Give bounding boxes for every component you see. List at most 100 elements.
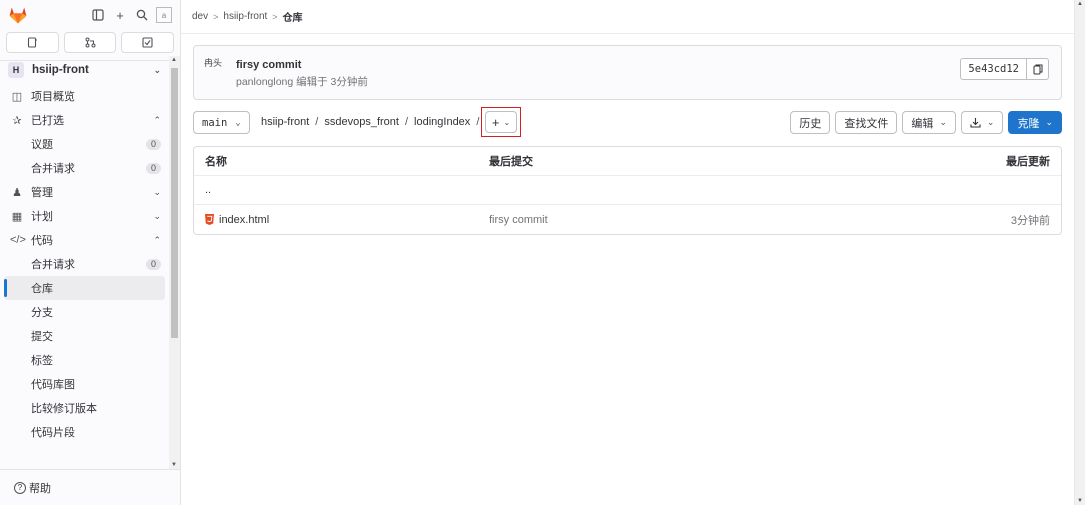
branch-name: main (202, 116, 228, 129)
calendar-icon: ▦ (11, 210, 23, 223)
chevron-down-icon: ⌄ (153, 64, 161, 75)
count-badge: 0 (145, 162, 161, 174)
sidebar-item-code[interactable]: </> 代码 ⌃ (0, 228, 169, 252)
todos-tab[interactable] (121, 32, 175, 53)
parent-directory-row[interactable]: .. (194, 176, 1061, 205)
sidebar-item-label: 代码库图 (31, 379, 75, 391)
project-badge: H (8, 62, 24, 78)
sidebar-item-repository[interactable]: 仓库 (4, 276, 165, 300)
toolbar-actions: 历史 查找文件 编辑 ⌄ ⌄ 克隆 ⌄ (790, 111, 1062, 134)
sidebar-item-issues[interactable]: 议题 0 (0, 132, 169, 156)
header-name: 名称 (205, 156, 227, 168)
project-switcher[interactable]: H hsiip-front ⌄ (0, 56, 169, 84)
edit-label: 编辑 (911, 117, 934, 130)
issues-tab[interactable] (6, 32, 59, 53)
sidebar-item-merge-requests[interactable]: 合并请求 0 (0, 252, 169, 276)
parent-directory-link[interactable]: .. (205, 184, 211, 196)
sidebar-item-label: 代码 (31, 235, 53, 247)
project-name: hsiip-front (32, 64, 89, 76)
sidebar-item-plan[interactable]: ▦ 计划 ⌄ (0, 204, 169, 228)
chevron-right-icon: > (213, 11, 219, 22)
header-last-commit: 最后提交 (489, 156, 533, 168)
sidebar-item-merge-requests-pinned[interactable]: 合并请求 0 (0, 156, 169, 180)
find-file-button[interactable]: 查找文件 (835, 111, 898, 134)
sidebar-item-label: 项目概览 (31, 91, 75, 103)
chevron-down-icon: ⌄ (153, 186, 161, 197)
clone-button[interactable]: 克隆 ⌄ (1008, 111, 1062, 134)
sidebar-item-repository-graph[interactable]: 代码库图 (0, 372, 169, 396)
scroll-down-arrow-icon[interactable]: ▼ (171, 462, 177, 468)
breadcrumb-item-group[interactable]: dev (192, 11, 208, 22)
sidebar-scrollbar[interactable]: ▲ ▼ (169, 56, 180, 469)
sidebar-item-label: 标签 (31, 355, 53, 367)
chevron-down-icon: ⌄ (986, 117, 995, 127)
sidebar-item-branches[interactable]: 分支 (0, 300, 169, 324)
repository-toolbar: main ⌄ hsiip-front / ssdevops_front / loding… (193, 107, 1062, 137)
chevron-down-icon: ⌄ (153, 210, 161, 221)
path-segment[interactable]: ssdevops_front (324, 116, 399, 128)
file-last-commit[interactable]: firsy commit (489, 214, 548, 226)
sidebar-scrollbar-thumb[interactable] (171, 68, 178, 338)
sidebar-item-label: 已打选 (31, 115, 64, 127)
count-badge: 0 (145, 138, 161, 150)
page-scrollbar[interactable]: ▲ ▼ (1074, 0, 1085, 505)
scroll-down-arrow-icon[interactable]: ▼ (1077, 498, 1083, 504)
sidebar-quick-tabs (0, 30, 180, 55)
file-name[interactable]: index.html (219, 214, 269, 226)
sidebar-item-label: 仓库 (31, 283, 53, 295)
merge-request-icon (85, 37, 95, 48)
commit-author-avatar[interactable]: 冉头 (204, 58, 228, 86)
sidebar-item-manage[interactable]: ♟ 管理 ⌄ (0, 180, 169, 204)
sidebar-item-snippets[interactable]: 代码片段 (0, 420, 169, 444)
add-to-tree-button[interactable]: + ⌄ (485, 111, 517, 133)
header-last-update: 最后更新 (1006, 156, 1050, 168)
sidebar-top-bar: + a (0, 0, 180, 30)
gitlab-logo-icon[interactable] (8, 5, 28, 25)
search-icon[interactable] (134, 7, 150, 23)
help-button[interactable]: ? 帮助 (0, 469, 180, 505)
file-tree-table: 名称 最后提交 最后更新 .. index.html firsy commit … (193, 146, 1062, 235)
path-segment[interactable]: lodingIndex (414, 116, 470, 128)
sidebar-item-pinned[interactable]: ✰ 已打选 ⌃ (0, 108, 169, 132)
help-label: 帮助 (29, 482, 51, 495)
download-button[interactable]: ⌄ (960, 111, 1004, 134)
breadcrumb: dev > hsiip-front > 仓库 (181, 0, 1074, 34)
plus-icon[interactable]: + (112, 7, 128, 23)
commit-sha[interactable]: 5e43cd12 (960, 58, 1027, 80)
copy-sha-button[interactable] (1027, 58, 1049, 80)
table-row[interactable]: index.html firsy commit 3分钟前 (194, 205, 1061, 234)
chevron-down-icon: ⌄ (1045, 117, 1053, 127)
scroll-up-arrow-icon[interactable]: ▲ (1077, 1, 1083, 7)
table-header: 名称 最后提交 最后更新 (194, 147, 1061, 176)
plus-icon: + (491, 114, 500, 130)
commit-title[interactable]: firsy commit (236, 59, 301, 71)
sidebar-item-compare-revisions[interactable]: 比较修订版本 (0, 396, 169, 420)
sidebar-item-commits[interactable]: 提交 (0, 324, 169, 348)
path-segment[interactable]: hsiip-front (261, 116, 309, 128)
merge-requests-tab[interactable] (63, 32, 117, 53)
breadcrumb-item-current[interactable]: 仓库 (283, 9, 303, 24)
sidebar-item-label: 代码片段 (31, 427, 75, 439)
pin-icon: ✰ (12, 114, 22, 127)
toggle-sidebar-icon[interactable] (90, 7, 106, 23)
history-button[interactable]: 历史 (790, 111, 831, 134)
sidebar-item-overview[interactable]: ◫ 项目概览 (0, 84, 169, 108)
sidebar-item-label: 分支 (31, 307, 53, 319)
sidebar-item-label: 提交 (31, 331, 53, 343)
branch-selector[interactable]: main ⌄ (193, 111, 250, 134)
last-commit-panel: 冉头 firsy commit panlonglong 编辑于 3分钟前 5e4… (193, 45, 1062, 100)
issues-icon (27, 37, 37, 48)
file-name-cell[interactable]: index.html (205, 214, 269, 226)
scroll-up-arrow-icon[interactable]: ▲ (171, 57, 177, 63)
commit-sha-group: 5e43cd12 (960, 58, 1049, 80)
breadcrumb-item-project[interactable]: hsiip-front (223, 11, 267, 22)
sidebar-item-tags[interactable]: 标签 (0, 348, 169, 372)
project-icon: ◫ (11, 90, 23, 103)
chevron-down-icon: ⌄ (503, 117, 511, 127)
user-avatar[interactable]: a (156, 7, 172, 23)
sidebar-item-label: 合并请求 (31, 259, 75, 271)
sidebar: + a H hsiip-front ⌄ ◫ 项目概览 ✰ 已打选 ⌃ 议题 0 … (0, 0, 181, 505)
download-icon (970, 118, 981, 128)
edit-button[interactable]: 编辑 ⌄ (902, 111, 956, 134)
sidebar-item-label: 管理 (31, 187, 53, 199)
